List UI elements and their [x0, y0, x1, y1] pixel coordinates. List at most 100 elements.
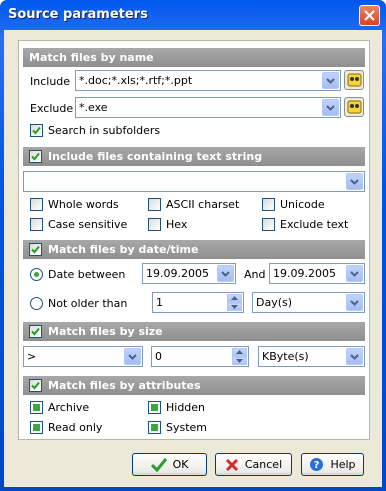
older-spin-buttons[interactable]	[227, 294, 242, 311]
size-section-checkbox[interactable]	[29, 325, 42, 338]
older-value-spinner[interactable]: 1	[152, 292, 244, 313]
section-date-title: Match files by date/time	[48, 243, 199, 256]
text-search-combobox[interactable]	[23, 171, 365, 192]
date-section-checkbox[interactable]	[29, 243, 42, 256]
subfolders-option[interactable]: Search in subfolders	[30, 124, 160, 137]
from-date-dropdown-button[interactable]	[217, 265, 234, 282]
system-label: System	[166, 421, 208, 434]
check-icon	[32, 126, 41, 135]
filter-mask-icon	[347, 73, 361, 87]
section-text-title: Include files containing text string	[48, 150, 263, 163]
ok-label: OK	[172, 458, 189, 471]
check-icon	[31, 152, 40, 161]
spin-up-icon[interactable]	[232, 348, 247, 357]
cancel-button[interactable]: Cancel	[215, 453, 292, 476]
checkmark-icon	[150, 457, 167, 472]
system-checkbox[interactable]	[148, 421, 161, 434]
chevron-down-icon	[128, 353, 137, 360]
include-mask-picker-button[interactable]	[344, 70, 364, 90]
spin-down-icon[interactable]	[227, 302, 242, 311]
text-section-checkbox[interactable]	[29, 150, 42, 163]
subfolders-checkbox[interactable]	[30, 124, 43, 137]
chevron-down-icon	[350, 299, 359, 306]
older-unit-value: Day(s)	[256, 296, 293, 309]
hidden-option[interactable]: Hidden	[148, 401, 205, 414]
include-combobox[interactable]: *.doc;*.xls;*.rtf;*.ppt	[75, 70, 341, 91]
size-value-spinner[interactable]: 0	[151, 346, 249, 367]
help-button[interactable]: ? Help	[301, 453, 364, 476]
attributes-section-checkbox[interactable]	[29, 379, 42, 392]
section-text-header: Include files containing text string	[23, 147, 365, 166]
to-date-value: 19.09.2005	[273, 267, 336, 280]
size-unit-combobox[interactable]: KByte(s)	[258, 346, 365, 367]
section-date-header: Match files by date/time	[23, 240, 365, 259]
hex-option[interactable]: Hex	[148, 218, 187, 231]
older-value: 1	[156, 296, 163, 309]
unicode-option[interactable]: Unicode	[262, 198, 325, 211]
section-attributes-title: Match files by attributes	[48, 379, 201, 392]
exclude-text-option[interactable]: Exclude text	[262, 218, 348, 231]
date-between-radio[interactable]	[30, 268, 43, 281]
close-button[interactable]	[359, 5, 380, 26]
size-operator-combobox[interactable]: >	[23, 346, 143, 367]
exclude-text-checkbox[interactable]	[262, 218, 275, 231]
exclude-dropdown-button[interactable]	[322, 99, 339, 116]
include-value: *.doc;*.xls;*.rtf;*.ppt	[79, 74, 193, 87]
case-sensitive-option[interactable]: Case sensitive	[30, 218, 127, 231]
spin-down-icon[interactable]	[232, 356, 247, 365]
unicode-checkbox[interactable]	[262, 198, 275, 211]
subfolders-label: Search in subfolders	[48, 124, 161, 137]
older-unit-combobox[interactable]: Day(s)	[252, 292, 365, 313]
chevron-down-icon	[221, 270, 230, 277]
ok-button[interactable]: OK	[132, 453, 207, 476]
chevron-down-icon	[350, 178, 359, 185]
chevron-down-icon	[350, 353, 359, 360]
help-icon: ?	[310, 458, 324, 471]
include-label: Include	[30, 75, 71, 88]
whole-words-checkbox[interactable]	[30, 198, 43, 211]
size-operator-value: >	[27, 350, 37, 363]
from-date-picker[interactable]: 19.09.2005	[142, 263, 236, 284]
cancel-x-icon	[225, 458, 238, 471]
help-label: Help	[330, 458, 356, 471]
chevron-down-icon	[326, 77, 335, 84]
case-sensitive-label: Case sensitive	[48, 218, 128, 231]
exclude-value: *.exe	[79, 101, 108, 114]
size-unit-dropdown-button[interactable]	[346, 348, 363, 365]
spin-up-icon[interactable]	[227, 294, 242, 303]
svg-text:?: ?	[314, 460, 320, 471]
whole-words-option[interactable]: Whole words	[30, 198, 119, 211]
case-sensitive-checkbox[interactable]	[30, 218, 43, 231]
readonly-checkbox[interactable]	[30, 421, 43, 434]
date-between-option[interactable]: Date between	[30, 268, 125, 281]
older-unit-dropdown-button[interactable]	[346, 294, 363, 311]
hidden-checkbox[interactable]	[148, 401, 161, 414]
not-older-option[interactable]: Not older than	[30, 297, 127, 310]
ascii-option[interactable]: ASCII charset	[148, 198, 239, 211]
archive-option[interactable]: Archive	[30, 401, 89, 414]
to-date-dropdown-button[interactable]	[346, 265, 363, 282]
system-option[interactable]: System	[148, 421, 207, 434]
check-icon	[31, 245, 40, 254]
include-dropdown-button[interactable]	[322, 72, 339, 89]
exclude-combobox[interactable]: *.exe	[75, 97, 341, 118]
readonly-option[interactable]: Read only	[30, 421, 102, 434]
check-icon	[31, 327, 40, 336]
check-icon	[31, 381, 40, 390]
to-date-picker[interactable]: 19.09.2005	[269, 263, 365, 284]
size-operator-dropdown-button[interactable]	[124, 348, 141, 365]
dialog-body: Match files by name Include *.doc;*.xls;…	[4, 30, 382, 487]
archive-checkbox[interactable]	[30, 401, 43, 414]
text-search-dropdown-button[interactable]	[346, 173, 363, 190]
ascii-label: ASCII charset	[166, 198, 240, 211]
hex-label: Hex	[166, 218, 188, 231]
not-older-radio[interactable]	[30, 297, 43, 310]
filter-mask-icon	[347, 100, 361, 114]
exclude-mask-picker-button[interactable]	[344, 97, 364, 117]
exclude-text-label: Exclude text	[280, 218, 349, 231]
chevron-down-icon	[350, 270, 359, 277]
hex-checkbox[interactable]	[148, 218, 161, 231]
size-spin-buttons[interactable]	[232, 348, 247, 365]
title-bar[interactable]: Source parameters	[0, 0, 386, 32]
ascii-checkbox[interactable]	[148, 198, 161, 211]
